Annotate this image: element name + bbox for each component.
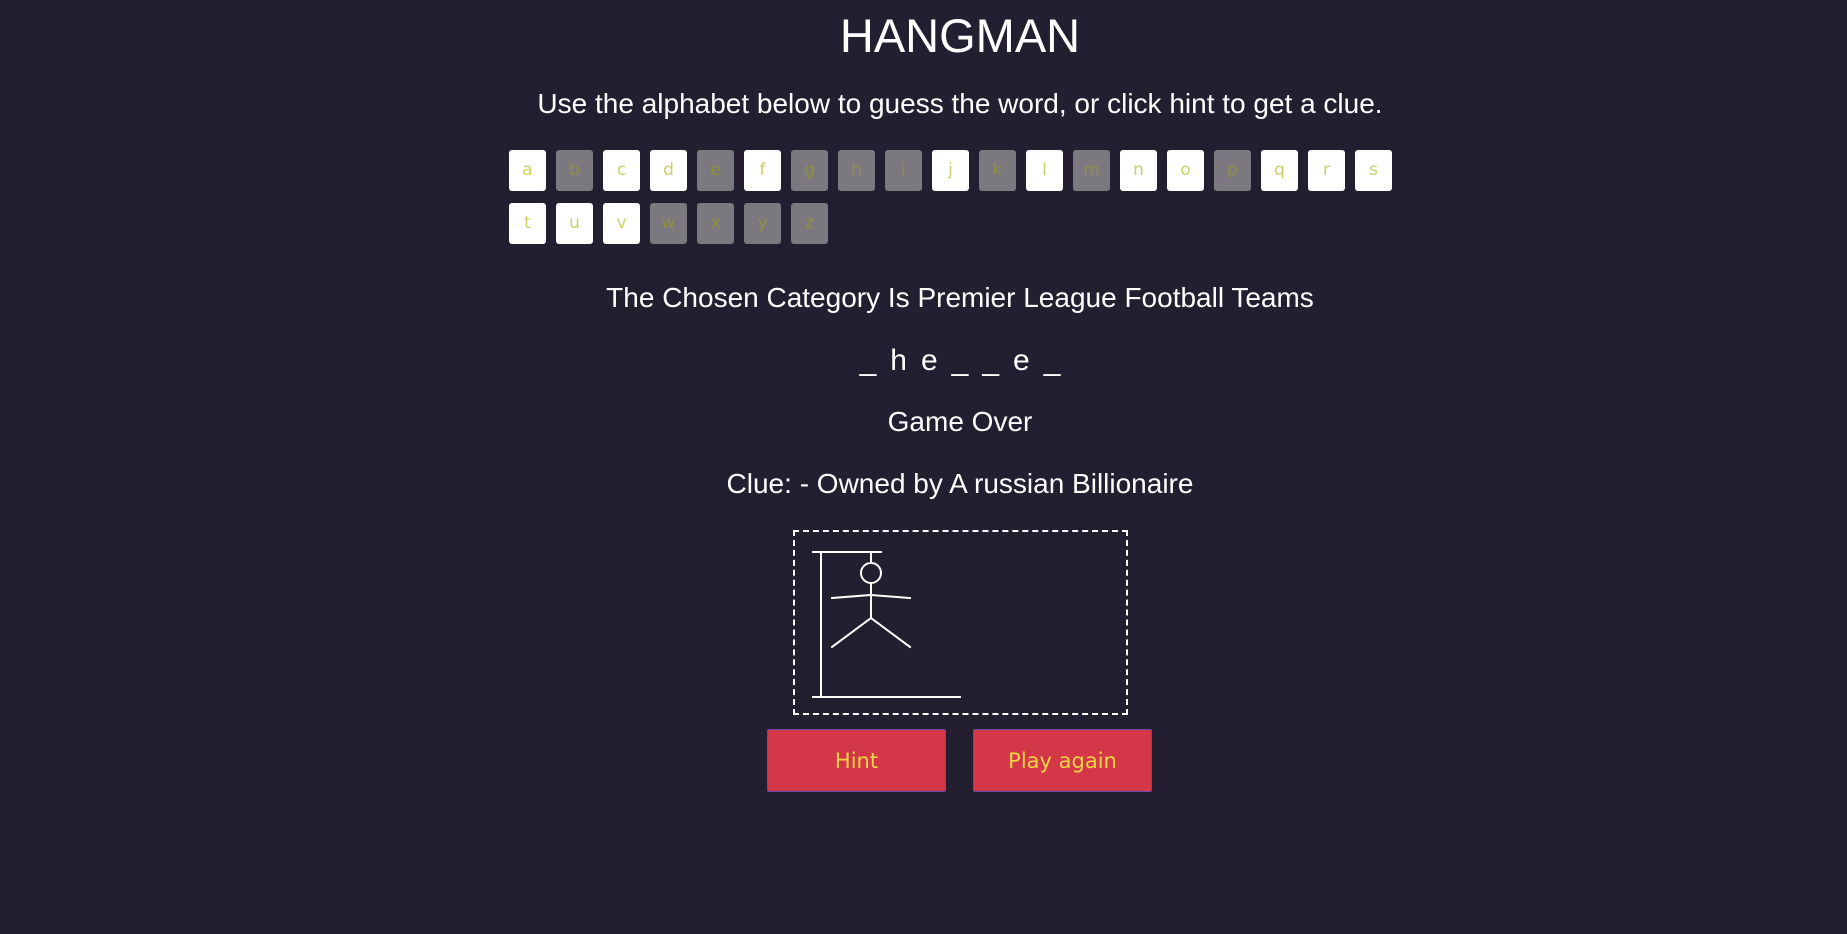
category-text: The Chosen Category Is Premier League Fo…: [606, 282, 1314, 313]
letter-button-h[interactable]: h: [838, 150, 875, 191]
letter-button-s[interactable]: s: [1355, 150, 1392, 191]
letter-button-o[interactable]: o: [1167, 150, 1204, 191]
clue-text: Clue: - Owned by A russian Billionaire: [726, 468, 1194, 499]
letter-button-z[interactable]: z: [791, 203, 828, 244]
letter-button-l[interactable]: l: [1026, 150, 1063, 191]
figure-left-leg: [830, 616, 873, 649]
letter-button-w[interactable]: w: [650, 203, 687, 244]
instructions-text: Use the alphabet below to guess the word…: [537, 88, 1383, 119]
letter-button-j[interactable]: j: [932, 150, 969, 191]
letter-button-p[interactable]: p: [1214, 150, 1251, 191]
play-again-button[interactable]: Play again: [973, 729, 1152, 792]
letter-button-i[interactable]: i: [885, 150, 922, 191]
letter-button-x[interactable]: x: [697, 203, 734, 244]
word-slot: e: [920, 344, 938, 377]
word-slot: e: [1013, 344, 1030, 377]
word-slot: _: [1043, 344, 1061, 377]
letter-button-m[interactable]: m: [1073, 150, 1110, 191]
word-slot: _: [982, 344, 1000, 377]
word-slot: h: [890, 344, 907, 377]
letter-button-t[interactable]: t: [509, 203, 546, 244]
letter-button-y[interactable]: y: [744, 203, 781, 244]
letter-button-n[interactable]: n: [1120, 150, 1157, 191]
letter-button-a[interactable]: a: [509, 150, 546, 191]
letter-button-v[interactable]: v: [603, 203, 640, 244]
figure-left-arm: [830, 593, 873, 600]
word-slot: _: [859, 344, 877, 377]
letter-button-f[interactable]: f: [744, 150, 781, 191]
letter-button-g[interactable]: g: [791, 150, 828, 191]
word-slot: _: [951, 344, 969, 377]
letter-button-e[interactable]: e: [697, 150, 734, 191]
letter-button-r[interactable]: r: [1308, 150, 1345, 191]
alphabet-buttons: abcdefghijklmnopqrs tuvwxyz: [509, 150, 1409, 256]
figure-right-leg: [869, 616, 912, 649]
letter-button-q[interactable]: q: [1261, 150, 1298, 191]
hint-button[interactable]: Hint: [767, 729, 946, 792]
letter-button-c[interactable]: c: [603, 150, 640, 191]
word-placeholder: _ h e _ _ e _: [0, 343, 1847, 379]
letter-button-k[interactable]: k: [979, 150, 1016, 191]
figure-head: [860, 562, 882, 584]
hangman-canvas: [793, 530, 1128, 715]
letter-button-d[interactable]: d: [650, 150, 687, 191]
game-status: Game Over: [887, 406, 1033, 437]
figure-right-arm: [869, 593, 912, 600]
letter-button-u[interactable]: u: [556, 203, 593, 244]
letter-button-b[interactable]: b: [556, 150, 593, 191]
game-title: HANGMAN: [839, 9, 1081, 62]
